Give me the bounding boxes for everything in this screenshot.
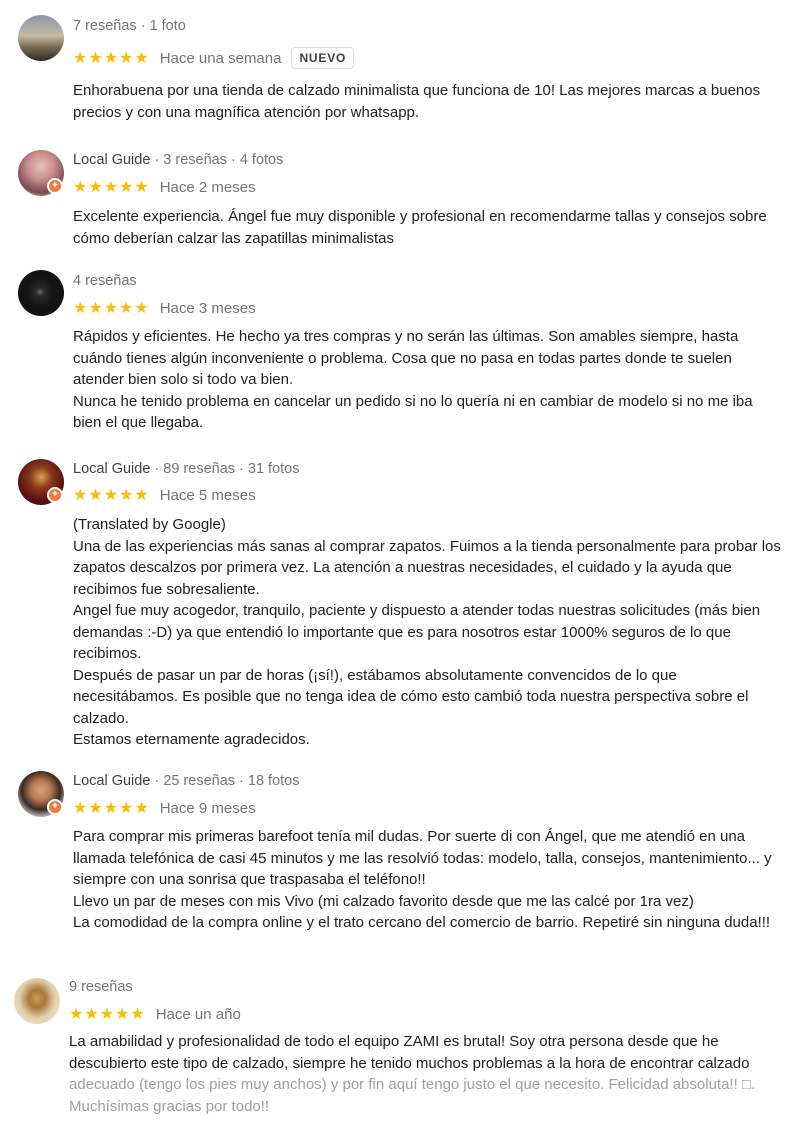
reviewer-meta: Local Guide · 25 reseñas · 18 fotos xyxy=(73,773,300,789)
reviewer-avatar[interactable] xyxy=(14,978,60,1024)
reviewer-meta: Local Guide · 89 reseñas · 31 fotos xyxy=(73,461,300,477)
reviewer-meta: Local Guide · 3 reseñas · 4 fotos xyxy=(73,152,284,168)
new-badge: NUEVO xyxy=(291,47,355,69)
review-time: Hace 3 meses xyxy=(159,299,256,317)
rating-row: ★★★★★ Hace 2 meses xyxy=(73,177,256,197)
reviewer-avatar[interactable] xyxy=(18,15,64,61)
reviewer-meta: 4 reseñas xyxy=(73,273,137,289)
rating-row: ★★★★★ Hace una semana NUEVO xyxy=(73,47,355,69)
review-text: Para comprar mis primeras barefoot tenía… xyxy=(73,828,772,931)
review-time: Hace 9 meses xyxy=(159,799,256,817)
review-time: Hace una semana xyxy=(159,49,282,67)
local-guide-badge-icon: ✦ xyxy=(47,178,63,194)
review-text: La amabilidad y profesionalidad de todo … xyxy=(69,1033,756,1115)
rating-row: ★★★★★ Hace un año xyxy=(69,1004,241,1024)
local-guide-label: Local Guide xyxy=(73,773,151,789)
rating-row: ★★★★★ Hace 9 meses xyxy=(73,798,256,818)
review-time: Hace 2 meses xyxy=(159,178,256,196)
star-rating: ★★★★★ xyxy=(73,179,150,196)
reviewer-meta: 7 reseñas · 1 foto xyxy=(73,18,186,34)
local-guide-badge-icon: ✦ xyxy=(47,487,63,503)
local-guide-badge-icon: ✦ xyxy=(47,799,63,815)
star-rating: ★★★★★ xyxy=(73,800,150,817)
star-rating: ★★★★★ xyxy=(69,1006,146,1023)
review-time: Hace 5 meses xyxy=(159,486,256,504)
star-rating: ★★★★★ xyxy=(73,487,150,504)
review-text: Enhorabuena por una tienda de calzado mi… xyxy=(73,82,761,121)
star-rating: ★★★★★ xyxy=(73,50,150,67)
rating-row: ★★★★★ Hace 3 meses xyxy=(73,298,256,318)
reviewer-avatar[interactable] xyxy=(18,270,64,316)
rating-row: ★★★★★ Hace 5 meses xyxy=(73,485,256,505)
review-text: (Translated by Google) Una de las experi… xyxy=(73,516,781,748)
review-time: Hace un año xyxy=(155,1005,241,1023)
local-guide-label: Local Guide xyxy=(73,461,151,477)
review-text: Rápidos y eficientes. He hecho ya tres c… xyxy=(73,328,753,431)
reviewer-meta: 9 reseñas xyxy=(69,979,133,995)
star-rating: ★★★★★ xyxy=(73,300,150,317)
local-guide-label: Local Guide xyxy=(73,152,151,168)
review-text: Excelente experiencia. Ángel fue muy dis… xyxy=(73,208,767,247)
